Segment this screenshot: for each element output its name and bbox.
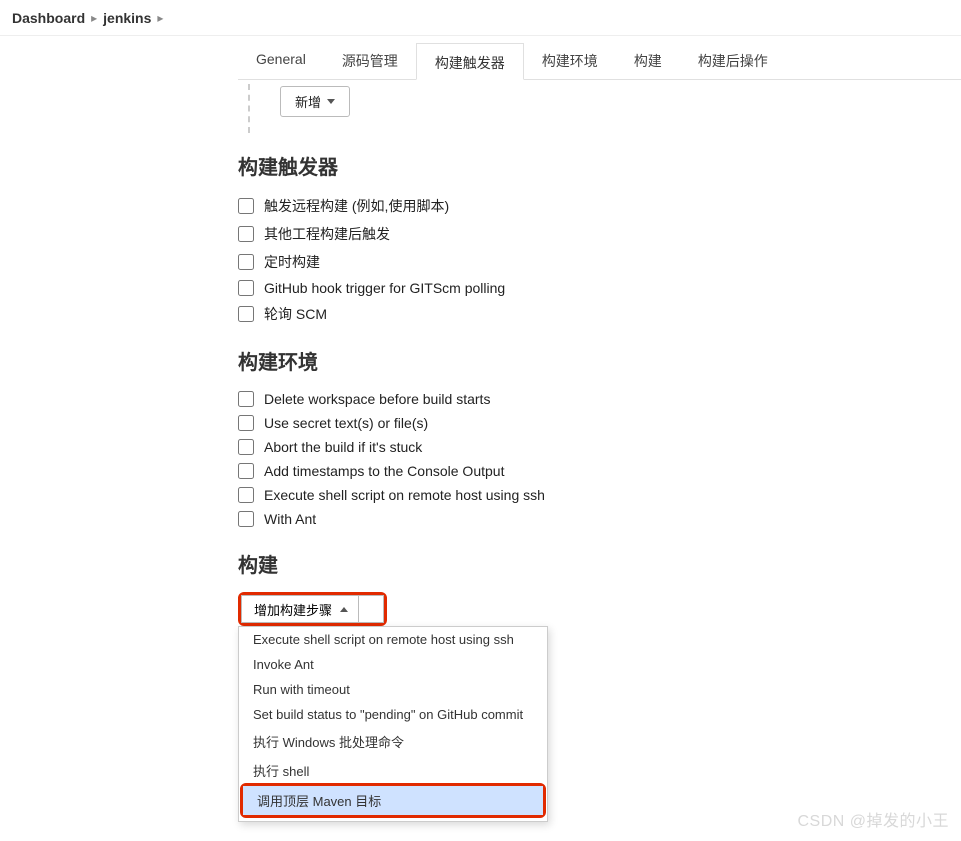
add-build-step-button[interactable]: 增加构建步骤 (241, 595, 358, 623)
caret-down-icon (327, 99, 335, 104)
checkbox-trigger-poll-scm[interactable] (238, 306, 254, 322)
checkbox-env-secret[interactable] (238, 415, 254, 431)
highlight-annotation: 增加构建步骤 (238, 592, 387, 626)
checkbox-env-timestamps[interactable] (238, 463, 254, 479)
dropdown-item-run-timeout[interactable]: Run with timeout (239, 677, 547, 702)
caret-up-icon (340, 607, 348, 612)
config-tabs: General 源码管理 构建触发器 构建环境 构建 构建后操作 (238, 42, 961, 80)
trigger-row: 触发远程构建 (例如,使用脚本) (238, 192, 961, 220)
env-row: Add timestamps to the Console Output (238, 459, 961, 483)
label-trigger-timer[interactable]: 定时构建 (264, 252, 320, 272)
env-row: Use secret text(s) or file(s) (238, 411, 961, 435)
label-env-abort-stuck[interactable]: Abort the build if it's stuck (264, 439, 422, 455)
trigger-row: 其他工程构建后触发 (238, 220, 961, 248)
env-row: With Ant (238, 507, 961, 531)
add-behaviour-button[interactable]: 新增 (280, 86, 350, 117)
env-row: Delete workspace before build starts (238, 387, 961, 411)
add-build-step-label: 增加构建步骤 (254, 600, 332, 619)
highlight-annotation: 调用顶层 Maven 目标 (240, 783, 546, 818)
dropdown-item-ssh-shell[interactable]: Execute shell script on remote host usin… (239, 627, 547, 652)
tab-post-build[interactable]: 构建后操作 (680, 42, 786, 79)
checkbox-env-delete-ws[interactable] (238, 391, 254, 407)
checkbox-trigger-remote[interactable] (238, 198, 254, 214)
watermark-text: CSDN @掉发的小王 (797, 807, 949, 831)
checkbox-trigger-upstream[interactable] (238, 226, 254, 242)
label-trigger-poll-scm[interactable]: 轮询 SCM (264, 304, 327, 324)
tab-build-triggers[interactable]: 构建触发器 (416, 43, 524, 80)
breadcrumb-item-jenkins[interactable]: jenkins (103, 10, 151, 26)
add-behaviour-label: 新增 (295, 92, 321, 111)
env-row: Execute shell script on remote host usin… (238, 483, 961, 507)
label-env-secret[interactable]: Use secret text(s) or file(s) (264, 415, 428, 431)
tab-scm[interactable]: 源码管理 (324, 42, 416, 79)
dropdown-item-windows-batch[interactable]: 执行 Windows 批处理命令 (239, 727, 547, 756)
label-env-with-ant[interactable]: With Ant (264, 511, 316, 527)
additional-behaviours-block: 新增 (248, 84, 961, 133)
dropdown-item-maven-top[interactable]: 调用顶层 Maven 目标 (243, 786, 543, 815)
dropdown-item-execute-shell[interactable]: 执行 shell (239, 756, 547, 785)
checkbox-env-abort-stuck[interactable] (238, 439, 254, 455)
breadcrumb-item-dashboard[interactable]: Dashboard (12, 10, 85, 26)
label-trigger-upstream[interactable]: 其他工程构建后触发 (264, 224, 390, 244)
main-content: General 源码管理 构建触发器 构建环境 构建 构建后操作 新增 构建触发… (238, 36, 961, 644)
add-build-step-wrap: 增加构建步骤 Execute shell script on remote ho… (238, 592, 961, 626)
add-build-step-button-split[interactable] (358, 595, 384, 623)
breadcrumb: Dashboard ▸ jenkins ▸ (0, 0, 961, 36)
label-trigger-remote[interactable]: 触发远程构建 (例如,使用脚本) (264, 196, 449, 216)
label-env-ssh-shell[interactable]: Execute shell script on remote host usin… (264, 487, 545, 503)
section-title-env: 构建环境 (238, 346, 961, 375)
tab-build[interactable]: 构建 (616, 42, 680, 79)
trigger-row: GitHub hook trigger for GITScm polling (238, 276, 961, 300)
label-env-delete-ws[interactable]: Delete workspace before build starts (264, 391, 490, 407)
tab-build-env[interactable]: 构建环境 (524, 42, 616, 79)
checkbox-trigger-timer[interactable] (238, 254, 254, 270)
dropdown-item-github-pending[interactable]: Set build status to "pending" on GitHub … (239, 702, 547, 727)
checkbox-trigger-github-hook[interactable] (238, 280, 254, 296)
build-step-dropdown: Execute shell script on remote host usin… (238, 626, 548, 822)
dropdown-item-invoke-ant[interactable]: Invoke Ant (239, 652, 547, 677)
checkbox-env-ssh-shell[interactable] (238, 487, 254, 503)
checkbox-env-with-ant[interactable] (238, 511, 254, 527)
label-env-timestamps[interactable]: Add timestamps to the Console Output (264, 463, 504, 479)
env-row: Abort the build if it's stuck (238, 435, 961, 459)
section-title-triggers: 构建触发器 (238, 151, 961, 180)
label-trigger-github-hook[interactable]: GitHub hook trigger for GITScm polling (264, 280, 505, 296)
trigger-row: 定时构建 (238, 248, 961, 276)
section-title-build: 构建 (238, 549, 961, 578)
chevron-right-icon: ▸ (157, 11, 163, 25)
chevron-right-icon: ▸ (91, 11, 97, 25)
trigger-row: 轮询 SCM (238, 300, 961, 328)
tab-general[interactable]: General (238, 42, 324, 79)
